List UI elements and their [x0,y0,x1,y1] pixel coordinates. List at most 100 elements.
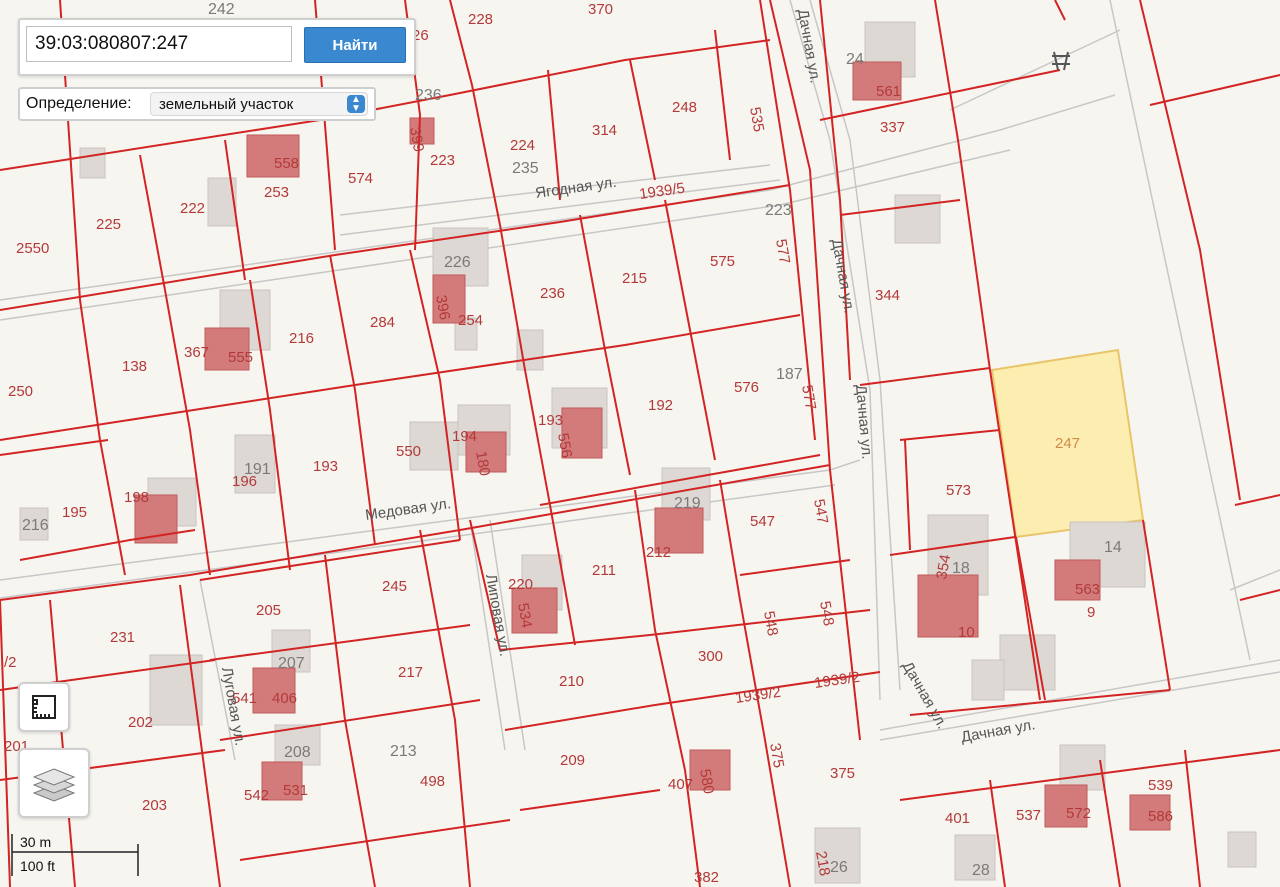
parcel-label: 235 [512,160,539,177]
parcel-label: 576 [734,379,759,396]
parcel-label: 586 [1148,808,1173,825]
parcel-label: 223 [765,202,792,219]
parcel-label: 254 [458,312,483,329]
parcel-label: 547 [810,498,831,526]
parcel-label: 195 [62,504,87,521]
parcel-label: 225 [96,216,121,233]
parcel-label: 575 [710,253,735,270]
parcel-label: 210 [559,673,584,690]
parcel-label: 216 [289,330,314,347]
parcel-label: 245 [382,578,407,595]
scale-bar: 30 m 100 ft [10,830,140,880]
parcel-label-247: 247 [1055,435,1080,452]
parcel-label: 370 [588,1,613,18]
parcel-label: 574 [348,170,373,187]
parcel-label: 531 [283,782,308,799]
search-panel: Найти [18,18,416,76]
scale-imperial-label: 100 ft [20,858,56,874]
parcel-label: 211 [592,562,616,579]
parcel-label: 542 [244,787,269,804]
parcel-label: 344 [875,287,900,304]
parcel-label: 250 [8,383,33,400]
parcel-label: 196 [232,473,257,490]
parcel-label: 219 [674,495,701,512]
parcel-label: 572 [1066,805,1091,822]
map-canvas[interactable]: 242 228 370 26 236 223 224 235 314 248 2… [0,0,1280,887]
parcel-label: 337 [880,119,905,136]
definition-panel: Определение: земельный участок ▲ ▼ [18,87,376,121]
parcel-label: 224 [510,137,535,154]
select-arrows-icon: ▲ ▼ [347,95,365,114]
parcel-label: 558 [274,155,299,172]
parcel-label: 222 [180,200,205,217]
parcel-label: 242 [208,1,235,18]
parcel-label: 194 [452,428,477,445]
parcel-label: 228 [468,11,493,28]
cadastral-number-input[interactable] [26,26,292,62]
definition-select[interactable]: земельный участок ▲ ▼ [150,92,368,116]
road-number: 1939/2 [734,684,782,707]
parcel-label: 535 [746,106,767,134]
parcel-label: 18 [952,560,970,577]
parcel-label: 208 [284,744,311,761]
cadastral-map[interactable]: 242 228 370 26 236 223 224 235 314 248 2… [0,0,1280,887]
street-name: Ягодная ул. [534,174,617,202]
parcel-label: 193 [313,458,338,475]
parcel-label: 236 [540,285,565,302]
parcel-label: 205 [256,602,281,619]
parcel-label: 223 [430,152,455,169]
parcel-label: 231 [110,629,135,646]
parcel-label: 217 [398,664,423,681]
parcel-label: 203 [142,797,167,814]
parcel-label: 192 [648,397,673,414]
parcel-label: 498 [420,773,445,790]
parcel-label: 215 [622,270,647,287]
parcel-label: 406 [272,690,297,707]
parcel-label: 253 [264,184,289,201]
street-name: Дачная ул. [852,384,875,460]
parcel-label: 193 [538,412,563,429]
parcel-label: 556 [554,432,575,460]
parcel-label: 555 [228,349,253,366]
road-number: 1939/5 [638,180,686,203]
definition-label: Определение: [26,95,132,112]
parcel-label: 550 [396,443,421,460]
parcel-label: 382 [694,869,719,886]
parcel-label: 399 [406,126,427,154]
parcel-label: 407 [668,776,693,793]
parcel-label: 375 [830,765,855,782]
parcel-label: 24 [846,51,864,68]
street-name: Дачная ул. [899,659,951,732]
parcel-label: 580 [696,768,717,796]
parcel-label: 213 [390,743,417,760]
parcel-label: /2 [4,654,17,671]
parcel-label: 314 [592,122,617,139]
layers-button[interactable] [18,748,90,818]
parcel-label: 563 [1075,581,1100,598]
parcel-label: 216 [22,517,49,534]
parcel-label: 284 [370,314,395,331]
parcel-label: 198 [124,489,149,506]
parcel-label: 14 [1104,539,1122,556]
parcel-label: 9 [1087,604,1095,621]
find-button[interactable]: Найти [304,27,406,63]
ruler-icon [32,695,56,719]
parcel-label: 28 [972,862,990,879]
parcel-label: 547 [750,513,775,530]
parcel-label: 539 [1148,777,1173,794]
parcel-label: 209 [560,752,585,769]
parcel-label: 248 [672,99,697,116]
parcel-label: 577 [798,384,819,412]
parcel-label: 138 [122,358,147,375]
street-name: Медовая ул. [364,495,452,524]
parcel-label: 180 [472,450,493,478]
parcel-label: 548 [760,610,781,638]
parcel-label: 2550 [16,240,49,257]
measure-button[interactable] [18,682,70,732]
parcel-label: 220 [508,576,533,593]
parcel-label: 537 [1016,807,1041,824]
parcel-label: 207 [278,655,305,672]
parcel-label: 561 [876,83,901,100]
parcel-label: 202 [128,714,153,731]
parcel-label: 401 [945,810,970,827]
